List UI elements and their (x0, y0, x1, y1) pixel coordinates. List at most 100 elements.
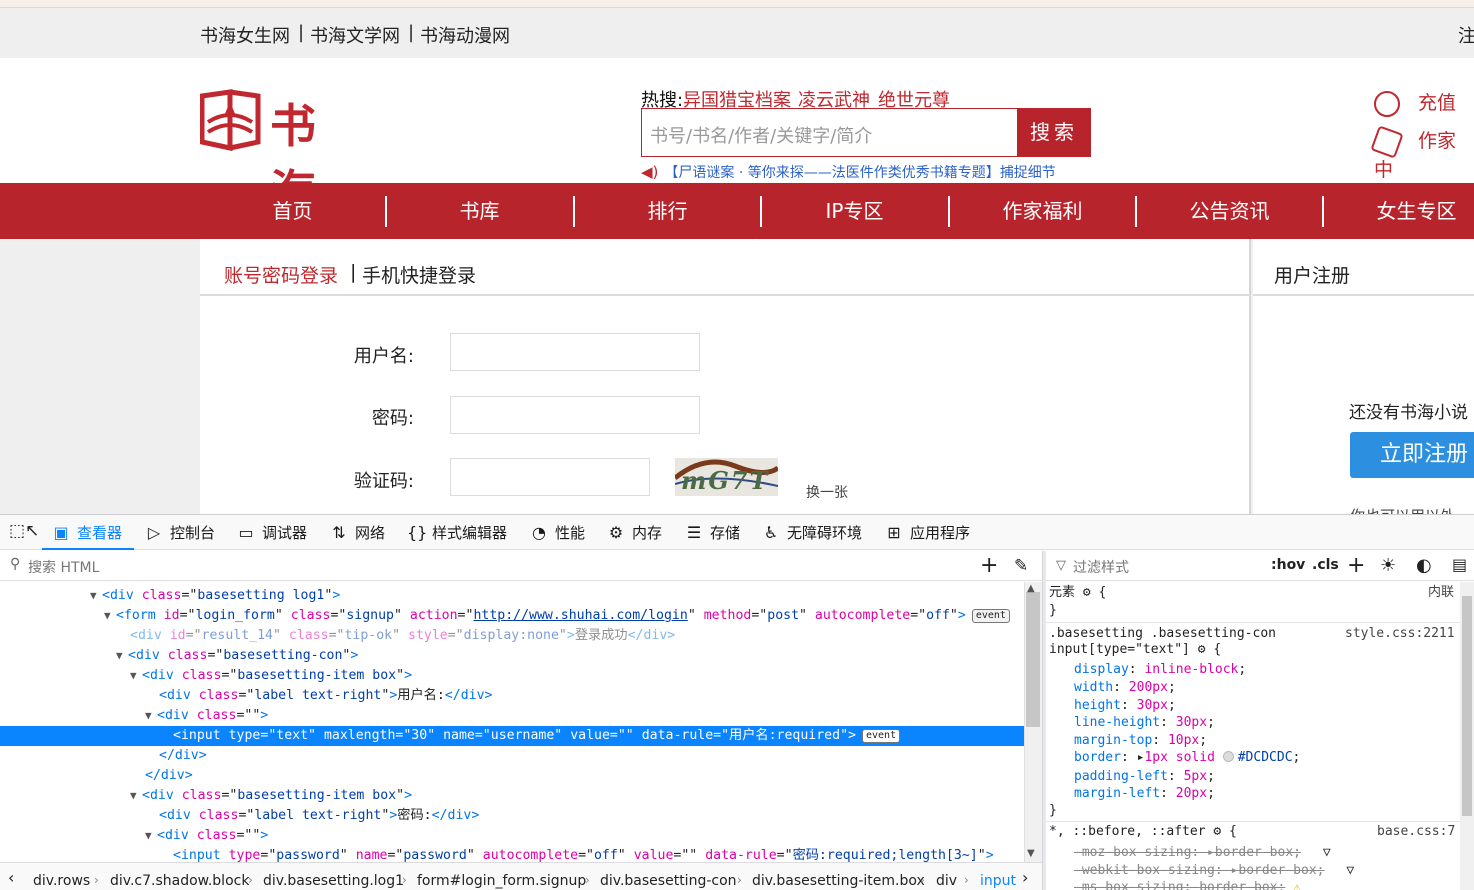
markup-node[interactable]: ▼ <div class="basesetting-item box"> (0, 666, 1024, 686)
top-register-link[interactable]: 注 (1458, 22, 1474, 48)
warning-icon[interactable]: ⚠ (1293, 880, 1301, 890)
site-search-button[interactable]: 搜索 (1017, 108, 1091, 157)
site-search-input[interactable]: 书号/书名/作者/关键字/简介 (641, 108, 1017, 157)
markup-node[interactable]: <div class="label text-right">用户名:</div> (0, 686, 1024, 706)
nav-home[interactable]: 首页 (199, 183, 386, 239)
nav-library[interactable]: 书库 (386, 183, 573, 239)
breadcrumb-item[interactable]: div.basesetting.log1 (263, 873, 404, 889)
tab-memory[interactable]: ⚙ 内存 (607, 522, 662, 543)
element-rule-header[interactable]: 元素 ⚙ { (1049, 584, 1106, 601)
breadcrumb-item[interactable]: div.basesetting-con (600, 873, 737, 889)
css-property[interactable]: display: inline-block; (1074, 661, 1246, 678)
add-rule-icon[interactable]: + (1347, 553, 1365, 578)
rules-scroll-thumb[interactable] (1462, 596, 1472, 816)
tab-application[interactable]: ⊞ 应用程序 (885, 522, 970, 543)
markup-node[interactable]: <div class="label text-right">密码:</div> (0, 806, 1024, 826)
captcha-input[interactable] (450, 458, 650, 496)
hover-state-toggle[interactable]: :hov (1271, 557, 1305, 573)
css-property[interactable]: width: 200px; (1074, 679, 1176, 696)
site-logo[interactable]: 书海 (199, 88, 360, 219)
captcha-refresh-link[interactable]: 换一张 (806, 482, 848, 502)
css-property-overridden[interactable]: -webkit-box-sizing: ▸border-box; ▽ (1074, 862, 1354, 879)
nav-ip-zone[interactable]: IP专区 (761, 183, 948, 239)
register-title: 用户注册 (1274, 265, 1351, 287)
tab-console[interactable]: ▷ 控制台 (145, 522, 215, 543)
breadcrumb-item[interactable]: div (936, 873, 957, 889)
markup-node[interactable]: <div id="result_14" class="tip-ok" style… (0, 626, 1024, 646)
tab-inspector[interactable]: ▣ 查看器 (52, 522, 122, 543)
dark-mode-icon[interactable]: ◐ (1416, 555, 1432, 576)
css-rules-pane: 元素 ⚙ { 内联 } .basesetting .basesetting-co… (1046, 582, 1460, 890)
markup-node[interactable]: ▼ <div class="basesetting-item box"> (0, 786, 1024, 806)
print-simulation-icon[interactable]: ▤ (1452, 555, 1467, 574)
nav-ranking[interactable]: 排行 (574, 183, 761, 239)
color-swatch[interactable] (1222, 751, 1234, 762)
nav-announcements[interactable]: 公告资讯 (1136, 183, 1323, 239)
captcha-image[interactable]: mG7T (675, 458, 778, 496)
top-link-comic[interactable]: 书海动漫网 (420, 22, 510, 48)
notice-bar[interactable]: ◀) 【尸语谜案 · 等你来探——法医件作类优秀书籍专题】捕捉细节 (641, 162, 1093, 184)
tab-debugger[interactable]: ▭ 调试器 (237, 522, 307, 543)
filter-icon[interactable]: ▽ (1323, 845, 1331, 860)
rule-selector-line[interactable]: *, ::before, ::after ⚙ { (1049, 823, 1237, 840)
markup-node-selected[interactable]: <input type="text" maxlength="30" name="… (0, 726, 1024, 746)
recharge-link[interactable]: 充值 (1374, 88, 1456, 117)
markup-node[interactable]: ▼ <div class=""> (0, 706, 1024, 726)
markup-node[interactable]: </div> (0, 746, 1024, 766)
rule-selector[interactable]: .basesetting .basesetting-con (1049, 625, 1276, 642)
breadcrumb-scroll-left-icon[interactable]: ‹ (8, 868, 14, 887)
rule-source[interactable]: 内联 (1428, 584, 1454, 601)
css-property[interactable]: margin-left: 20px; (1074, 785, 1215, 802)
class-toggle[interactable]: .cls (1312, 557, 1339, 573)
filter-icon[interactable]: ▽ (1346, 863, 1354, 878)
author-center-link[interactable]: 作家中 (1370, 124, 1474, 182)
scroll-down-icon[interactable]: ▼ (1027, 848, 1035, 859)
breadcrumb-item[interactable]: div.basesetting-item.box (752, 873, 925, 889)
markup-node[interactable]: <input type="password" name="password" a… (0, 846, 1024, 862)
css-property[interactable]: padding-left: 5px; (1074, 768, 1215, 785)
markup-node[interactable]: ▼ <form id="login_form" class="signup" ac… (0, 606, 1024, 626)
tab-phone-login[interactable]: 手机快捷登录 (362, 261, 476, 288)
css-property[interactable]: border: ▸1px solid #DCDCDC; (1074, 749, 1300, 766)
filter-styles-input[interactable]: 过滤样式 (1073, 557, 1129, 577)
nav-female-zone[interactable]: 女生专区 (1323, 183, 1474, 239)
event-badge[interactable]: event (861, 729, 901, 743)
scroll-up-icon[interactable]: ▲ (1027, 583, 1035, 594)
html-search-input[interactable]: 搜索 HTML (28, 557, 99, 577)
tab-accessibility[interactable]: ♿ 无障碍环境 (762, 522, 862, 543)
top-link-literature[interactable]: 书海文学网 (310, 22, 400, 48)
breadcrumb-item[interactable]: form#login_form.signup (417, 873, 586, 889)
add-node-icon[interactable]: + (980, 553, 998, 578)
markup-node[interactable]: ▼ <div class="basesetting-con"> (0, 646, 1024, 666)
light-mode-icon[interactable]: ☀ (1380, 555, 1396, 576)
breadcrumb-item-active[interactable]: input (980, 873, 1016, 889)
tab-storage[interactable]: ☰ 存储 (685, 522, 740, 543)
css-property-overridden[interactable]: -ms-box-sizing: border-box; ⚠ (1074, 879, 1301, 890)
top-link-female[interactable]: 书海女生网 (200, 22, 290, 48)
nav-author-welfare[interactable]: 作家福利 (949, 183, 1136, 239)
rule-selector-line[interactable]: input[type="text"] ⚙ { (1049, 641, 1221, 658)
tab-style-editor[interactable]: {} 样式编辑器 (407, 522, 507, 543)
css-property[interactable]: margin-top: 10px; (1074, 732, 1207, 749)
css-property-overridden[interactable]: -moz-box-sizing: ▸border-box; ▽ (1074, 844, 1331, 861)
rule-source[interactable]: base.css:7 (1377, 823, 1455, 840)
markup-node[interactable]: ▼ <div class="basesetting log1"> (0, 586, 1024, 606)
eyedropper-icon[interactable]: ✎ (1014, 556, 1028, 576)
tab-performance[interactable]: ◔ 性能 (530, 522, 585, 543)
css-property[interactable]: height: 30px; (1074, 697, 1176, 714)
breadcrumb-item[interactable]: div.c7.shadow.block (110, 873, 249, 889)
tab-account-login[interactable]: 账号密码登录 (224, 261, 338, 288)
breadcrumb-item[interactable]: div.rows (33, 873, 90, 889)
breadcrumb-scroll-right-icon[interactable]: › (1022, 868, 1028, 887)
markup-node[interactable]: </div> (0, 766, 1024, 786)
css-property[interactable]: line-height: 30px; (1074, 714, 1215, 731)
event-badge[interactable]: event (971, 609, 1010, 623)
markup-node[interactable]: ▼ <div class=""> (0, 826, 1024, 846)
element-picker-icon[interactable]: ⬚↖ (9, 521, 39, 541)
username-input[interactable] (450, 333, 700, 371)
markup-scroll-thumb[interactable] (1026, 592, 1040, 727)
password-input[interactable] (450, 396, 700, 434)
register-now-button[interactable]: 立即注册 (1350, 432, 1474, 478)
tab-network[interactable]: ⇅ 网络 (330, 522, 385, 543)
rule-source[interactable]: style.css:2211 (1345, 625, 1455, 642)
